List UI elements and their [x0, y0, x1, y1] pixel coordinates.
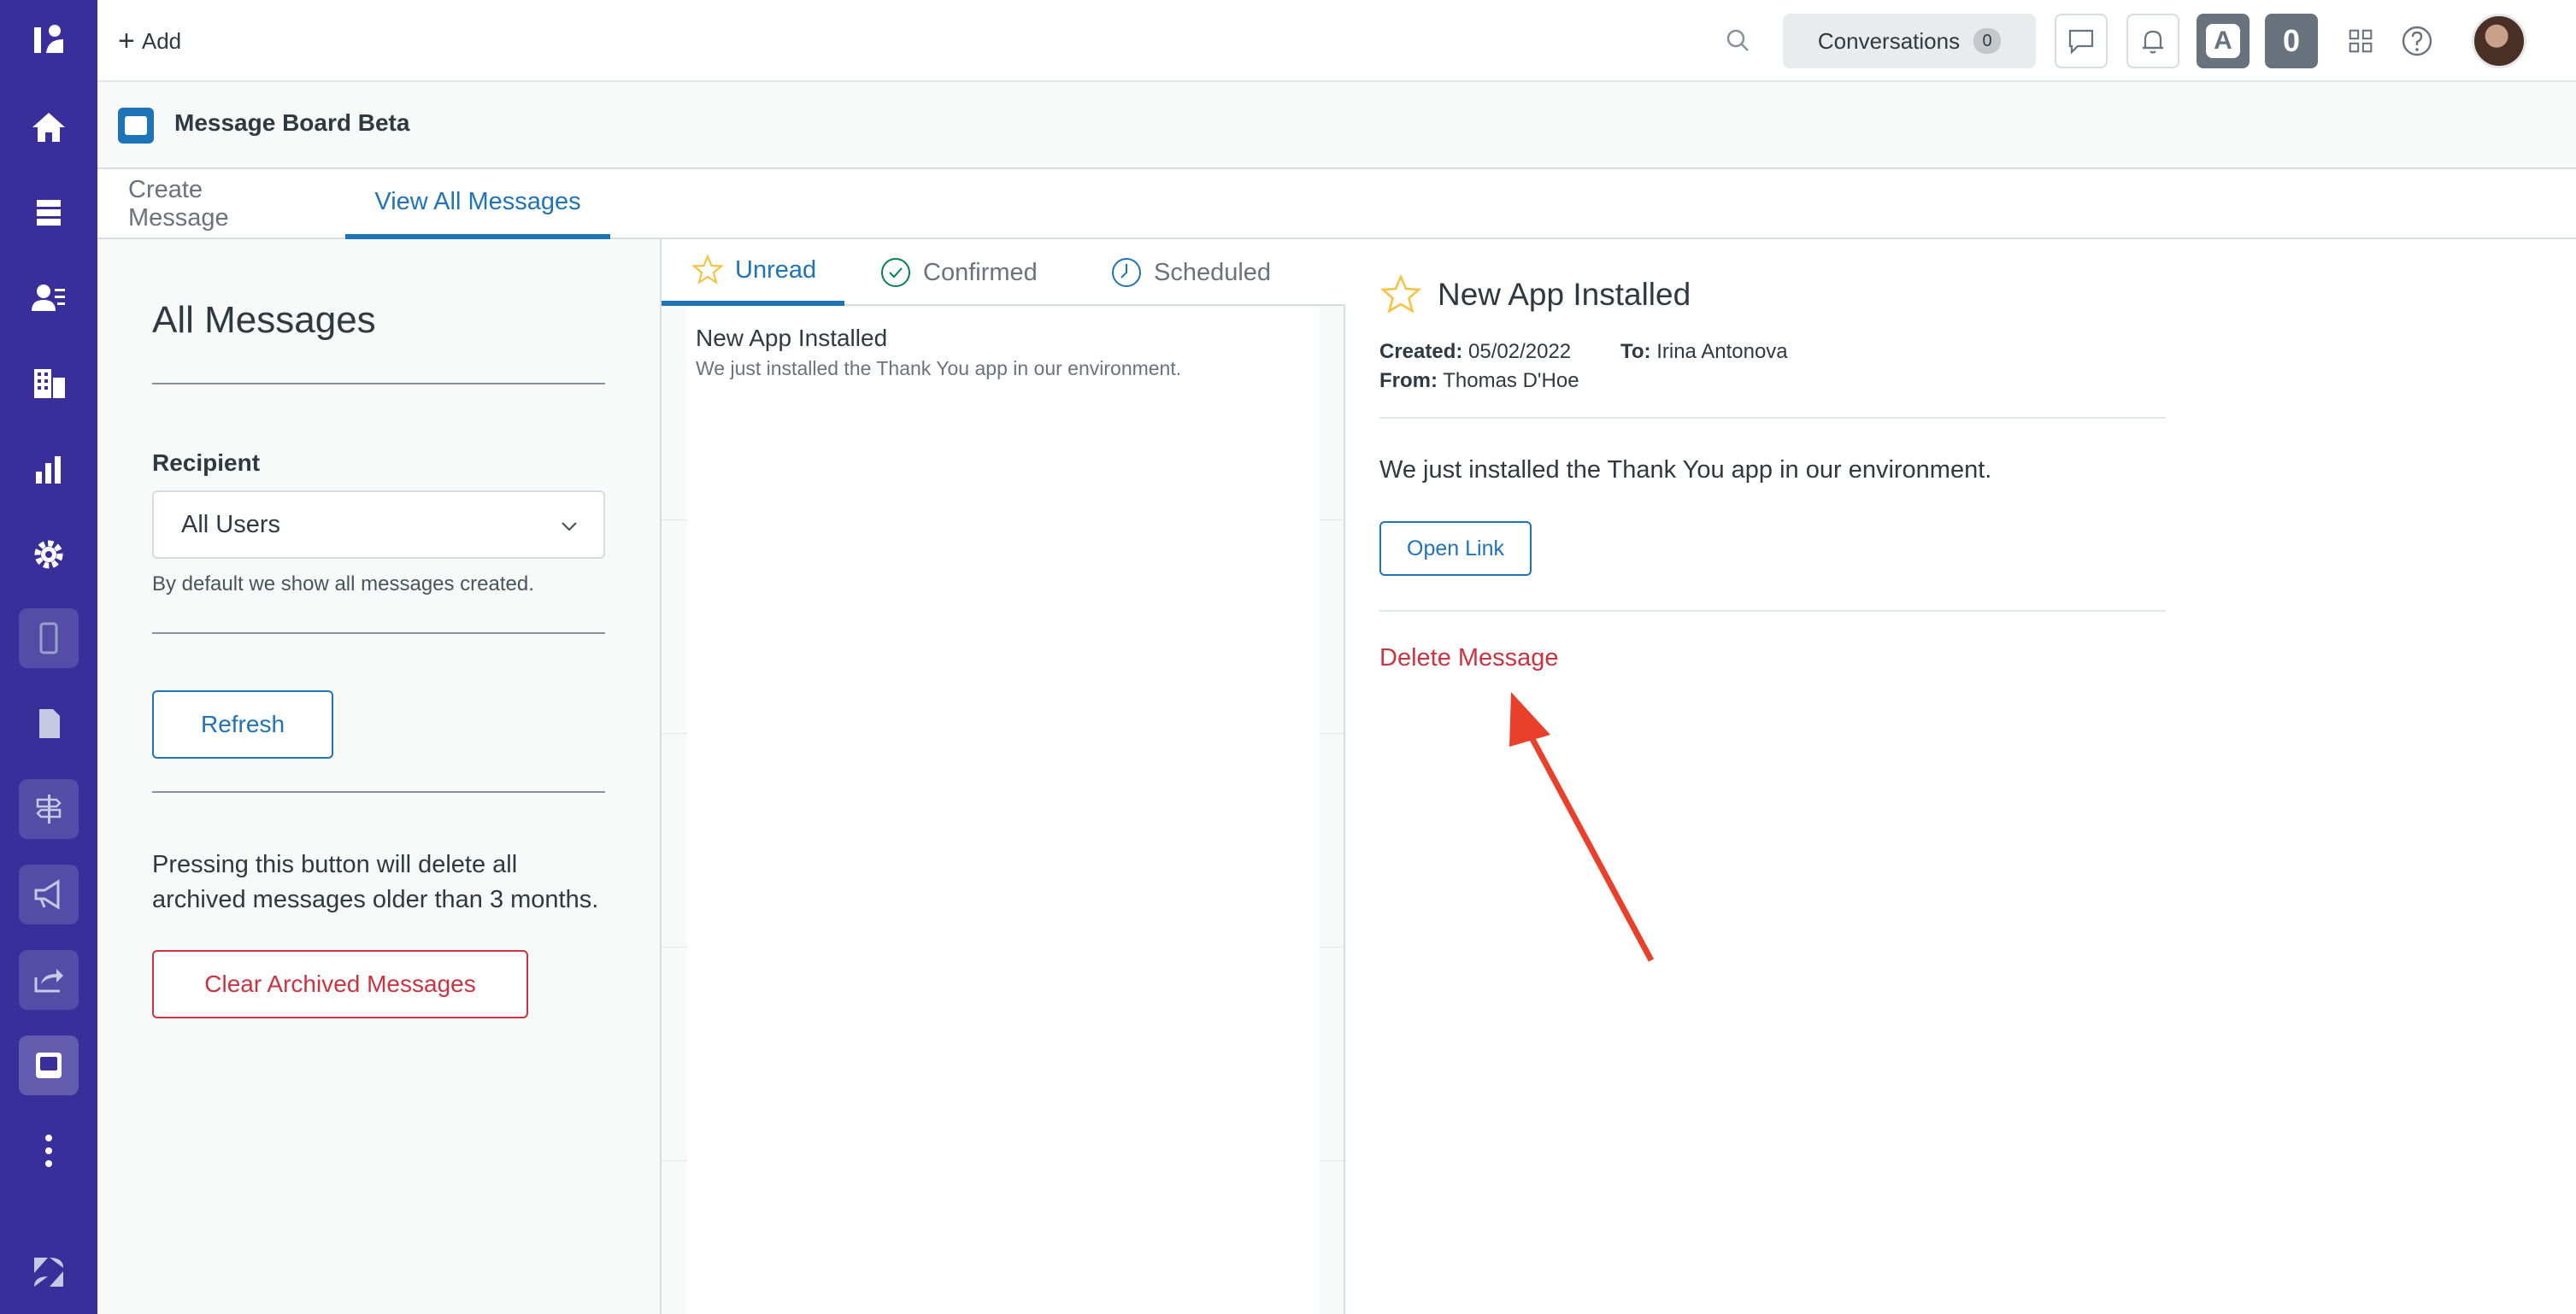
account-badge-a-icon[interactable]: A	[2197, 14, 2250, 68]
add-label: Add	[141, 27, 182, 54]
message-board-app-icon[interactable]	[19, 1035, 79, 1095]
settings-gear-icon[interactable]	[19, 525, 79, 584]
clear-warning-text: Pressing this button will delete all arc…	[152, 851, 599, 913]
conversations-button[interactable]: Conversations 0	[1783, 14, 2036, 68]
tab-unread-label: Unread	[735, 255, 817, 284]
tab-view-all-messages[interactable]: View All Messages	[345, 169, 610, 239]
tab-create-message[interactable]: Create Message	[128, 169, 287, 239]
chevron-down-icon	[562, 522, 577, 531]
panel-title: All Messages	[152, 299, 376, 341]
divider	[1379, 417, 2166, 419]
delete-message-link[interactable]: Delete Message	[1379, 644, 1559, 672]
more-apps-icon[interactable]	[19, 1121, 79, 1181]
annotation-arrow-icon	[1509, 692, 1655, 962]
created-label: Created:	[1379, 340, 1463, 363]
zendesk-logo-icon[interactable]	[19, 10, 79, 70]
recipient-select-value: All Users	[181, 510, 281, 538]
clock-icon	[1112, 258, 1141, 287]
detail-body: We just installed the Thank You app in o…	[1379, 456, 1992, 484]
search-icon[interactable]	[1721, 24, 1756, 58]
created-meta: Created: 05/02/2022	[1379, 340, 1571, 364]
message-list: New App Installed We just installed the …	[687, 308, 1320, 1314]
divider	[152, 791, 605, 793]
plus-icon: +	[118, 25, 135, 57]
divider	[1379, 610, 2166, 612]
recipient-label: Recipient	[152, 449, 261, 476]
star-icon	[691, 254, 724, 285]
home-icon[interactable]	[19, 97, 79, 157]
tab-unread[interactable]: Unread	[662, 239, 844, 306]
sidebar	[0, 0, 97, 1314]
divider	[152, 632, 605, 634]
tab-scheduled[interactable]: Scheduled	[1080, 239, 1271, 306]
from-label: From:	[1379, 369, 1438, 392]
views-icon[interactable]	[19, 183, 79, 243]
megaphone-icon[interactable]	[19, 865, 79, 924]
top-bar: + Add Conversations 0 A 0	[97, 0, 2576, 82]
to-value: Irina Antonova	[1656, 340, 1788, 363]
from-meta: From: Thomas D'Hoe	[1379, 369, 1579, 393]
to-label: To:	[1620, 340, 1651, 363]
from-value: Thomas D'Hoe	[1443, 369, 1579, 392]
message-title: New App Installed	[696, 325, 888, 351]
app-header: Message Board Beta	[97, 82, 2576, 169]
conversations-count-badge: 0	[1973, 28, 2002, 54]
tab-confirmed[interactable]: Confirmed	[850, 239, 1038, 306]
recipient-select[interactable]: All Users	[152, 490, 605, 559]
message-preview: We just installed the Thank You app in o…	[696, 357, 1182, 379]
badge-a-text: A	[2206, 24, 2240, 58]
counter-badge[interactable]: 0	[2265, 14, 2318, 68]
refresh-button[interactable]: Refresh	[152, 690, 333, 759]
organizations-icon[interactable]	[19, 354, 79, 414]
main-tabs: Create Message View All Messages	[97, 169, 2576, 239]
product-tray-grid-icon[interactable]	[2340, 21, 2381, 62]
recipient-hint: By default we show all messages created.	[152, 572, 534, 595]
share-icon[interactable]	[19, 950, 79, 1010]
clear-archived-messages-button[interactable]: Clear Archived Messages	[152, 950, 528, 1018]
conversations-label: Conversations	[1817, 27, 1961, 54]
check-circle-icon	[881, 258, 910, 287]
filter-panel: All Messages Recipient All Users By defa…	[97, 239, 662, 1314]
help-question-icon[interactable]	[2397, 21, 2438, 62]
mobile-app-icon[interactable]	[19, 608, 79, 668]
reporting-icon[interactable]	[19, 439, 79, 499]
tab-confirmed-label: Confirmed	[923, 258, 1038, 286]
user-avatar[interactable]	[2472, 14, 2526, 68]
open-link-button[interactable]: Open Link	[1379, 521, 1532, 576]
zendesk-z-logo-icon[interactable]	[19, 1242, 79, 1302]
list-item[interactable]: New App Installed We just installed the …	[696, 325, 1311, 380]
to-meta: To: Irina Antonova	[1620, 340, 1788, 364]
app-title: Message Board Beta	[174, 109, 410, 136]
customers-icon[interactable]	[19, 268, 79, 328]
created-value: 05/02/2022	[1468, 340, 1572, 363]
message-list-panel: Unread Confirmed Scheduled New App Insta…	[662, 239, 1345, 1314]
tab-scheduled-label: Scheduled	[1154, 258, 1272, 286]
detail-title: New App Installed	[1438, 277, 1691, 312]
star-icon[interactable]	[1379, 273, 1422, 316]
message-tabs: Unread Confirmed Scheduled	[662, 239, 1345, 306]
notifications-bell-icon[interactable]	[2126, 14, 2179, 68]
document-icon[interactable]	[19, 694, 79, 754]
signpost-icon[interactable]	[19, 779, 79, 839]
chat-bubble-icon[interactable]	[2055, 14, 2108, 68]
add-button[interactable]: + Add	[118, 22, 181, 60]
message-board-logo-icon	[118, 108, 154, 144]
divider	[152, 383, 605, 384]
